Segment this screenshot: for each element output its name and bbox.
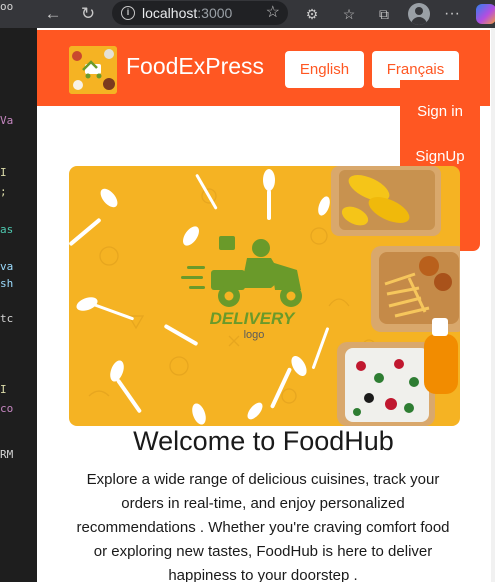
editor-fragment: tc: [0, 312, 14, 325]
info-icon[interactable]: i: [121, 6, 135, 20]
address-port: :3000: [197, 5, 233, 21]
star-icon[interactable]: ☆: [266, 1, 280, 25]
reload-icon[interactable]: ↻: [77, 3, 99, 25]
editor-fragment: sh: [0, 277, 14, 290]
editor-fragment: I: [0, 383, 7, 396]
sign-in-link[interactable]: Sign in: [400, 103, 480, 120]
corn-tray: [331, 166, 441, 236]
salad-tray: [337, 342, 435, 426]
site-logo[interactable]: [69, 46, 117, 94]
english-button[interactable]: English: [285, 51, 364, 88]
collections-icon[interactable]: ⧉: [374, 4, 394, 24]
more-icon[interactable]: ···: [442, 4, 462, 24]
back-arrow-icon[interactable]: ←: [42, 3, 64, 25]
hero-watermark: DELIVERY: [210, 309, 296, 328]
profile-icon[interactable]: [408, 3, 430, 25]
extensions-icon[interactable]: ⚙: [302, 4, 322, 24]
page-scrollbar[interactable]: [491, 28, 495, 582]
editor-fragment: RM: [0, 448, 14, 461]
address-bar[interactable]: i localhost:3000 ☆: [112, 1, 288, 25]
brand-name[interactable]: FoodExPress: [126, 53, 264, 80]
editor-fragment: va: [0, 260, 14, 273]
editor-fragment: as: [0, 223, 14, 236]
address-host: localhost: [142, 5, 198, 21]
editor-strip: oo Va I ; as va sh tc I co RM: [0, 0, 37, 582]
editor-fragment: Va: [0, 114, 14, 127]
welcome-description: Explore a wide range of delicious cuisin…: [76, 471, 450, 582]
copilot-icon[interactable]: [476, 4, 495, 24]
editor-fragment: ;: [0, 185, 7, 198]
editor-fragment: oo: [0, 0, 14, 13]
welcome-heading: Welcome to FoodHub: [133, 426, 394, 456]
hero-image: DELIVERY logo: [69, 166, 460, 426]
editor-fragment: co: [0, 402, 14, 415]
editor-fragment: I: [0, 166, 7, 179]
page-viewport: FoodExPress English Français Sign in Sig…: [37, 28, 495, 582]
browser-toolbar: ← ↻ i localhost:3000 ☆ ⚙ ☆ ⧉ ···: [0, 0, 495, 28]
hero-watermark-sub: logo: [244, 329, 265, 341]
sign-up-link[interactable]: SignUp: [400, 148, 480, 165]
favorites-icon[interactable]: ☆: [339, 4, 359, 24]
